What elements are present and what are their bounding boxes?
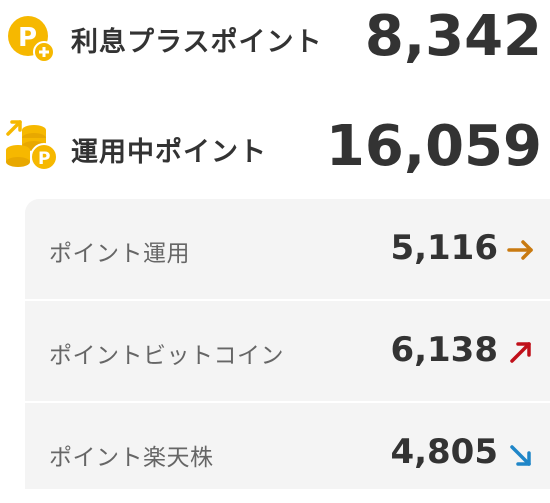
breakdown-row-point-investment[interactable]: ポイント運用 5,116	[25, 199, 550, 299]
interest-plus-value: 8,342	[364, 4, 542, 69]
breakdown-label: ポイント楽天株	[49, 445, 214, 471]
breakdown-row-point-bitcoin[interactable]: ポイントビットコイン 6,138	[25, 299, 550, 401]
arrow-up-right-icon	[510, 342, 531, 363]
breakdown-label: ポイント運用	[49, 241, 190, 267]
invested-points-label: 運用中ポイント	[71, 137, 267, 168]
svg-text:P: P	[38, 149, 50, 169]
coin-stack-arrow-icon: P	[6, 120, 58, 171]
arrow-down-right-icon	[510, 445, 531, 466]
invested-points-value: 16,059	[325, 114, 542, 179]
breakdown-row-point-rakuten-stock[interactable]: ポイント楽天株 4,805	[25, 401, 550, 503]
coin-plus-icon: P	[8, 16, 55, 63]
interest-plus-label: 利息プラスポイント	[71, 27, 323, 58]
breakdown-value: 6,138	[390, 330, 498, 370]
breakdown-label: ポイントビットコイン	[49, 343, 284, 369]
arrow-right-icon	[507, 240, 533, 260]
breakdown-panel: ポイント運用 5,116 ポイントビットコイン 6,138 ポイント楽天株 4,…	[25, 199, 550, 489]
breakdown-value: 5,116	[390, 228, 498, 268]
breakdown-value: 4,805	[390, 432, 498, 472]
